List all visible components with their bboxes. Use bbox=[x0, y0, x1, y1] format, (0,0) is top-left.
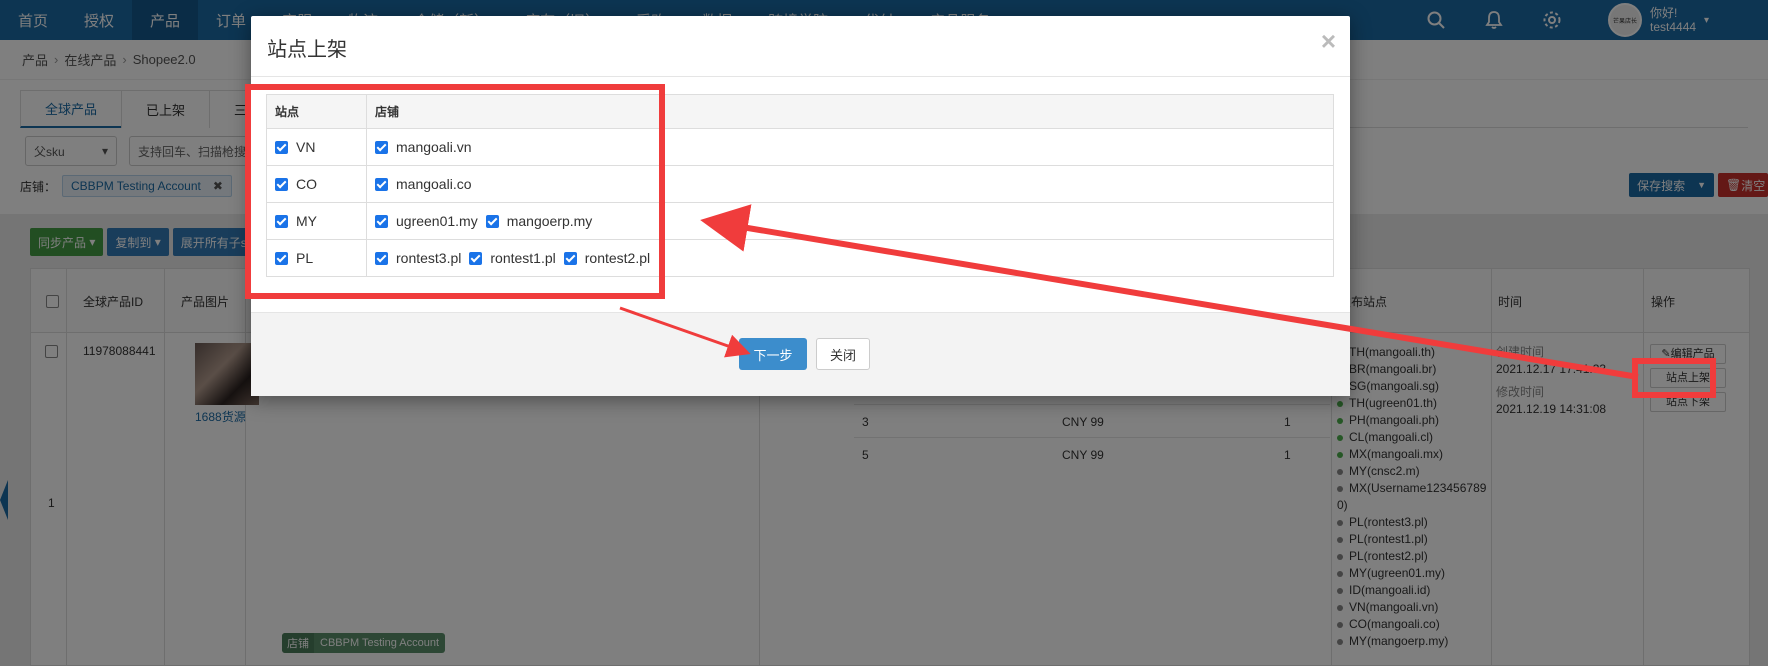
close-icon[interactable]: × bbox=[1321, 28, 1336, 54]
modal-header: 站点上架 × bbox=[251, 16, 1350, 77]
annotation-box-table bbox=[245, 84, 665, 299]
modal-title: 站点上架 bbox=[267, 39, 347, 61]
close-button[interactable]: 关闭 bbox=[816, 338, 870, 370]
annotation-box-site-button bbox=[1632, 358, 1716, 398]
next-step-button[interactable]: 下一步 bbox=[739, 338, 807, 370]
modal-footer: 下一步 关闭 bbox=[251, 312, 1350, 396]
